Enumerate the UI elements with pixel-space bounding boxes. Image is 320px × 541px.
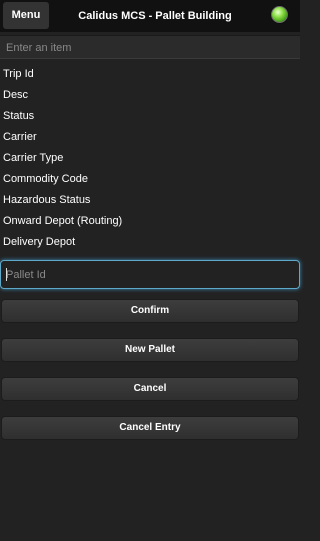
menu-button[interactable]: Menu	[3, 2, 49, 29]
field-status: Status	[3, 110, 35, 122]
field-list: Trip Id Desc Status Carrier Carrier Type…	[3, 64, 293, 253]
text-cursor	[6, 268, 7, 281]
connection-status-icon	[271, 6, 288, 23]
cancel-button[interactable]: Cancel	[1, 377, 299, 401]
field-trip-id: Trip Id	[3, 68, 34, 80]
field-carrier: Carrier	[3, 131, 37, 143]
pallet-id-input[interactable]	[1, 261, 299, 288]
field-carrier-type: Carrier Type	[3, 152, 64, 164]
search-input[interactable]	[0, 36, 300, 59]
new-pallet-button[interactable]: New Pallet	[1, 338, 299, 362]
cancel-entry-button[interactable]: Cancel Entry	[1, 416, 299, 440]
field-desc: Desc	[3, 89, 29, 101]
header-bar: Menu Calidus MCS - Pallet Building	[0, 0, 300, 32]
pallet-id-field	[0, 260, 300, 289]
field-onward-depot: Onward Depot (Routing)	[3, 215, 123, 227]
field-delivery-depot: Delivery Depot	[3, 236, 76, 248]
confirm-button[interactable]: Confirm	[1, 299, 299, 323]
search-bar	[0, 35, 300, 59]
page-title: Calidus MCS - Pallet Building	[78, 10, 232, 22]
field-commodity-code: Commodity Code	[3, 173, 88, 185]
field-hazardous-status: Hazardous Status	[3, 194, 91, 206]
